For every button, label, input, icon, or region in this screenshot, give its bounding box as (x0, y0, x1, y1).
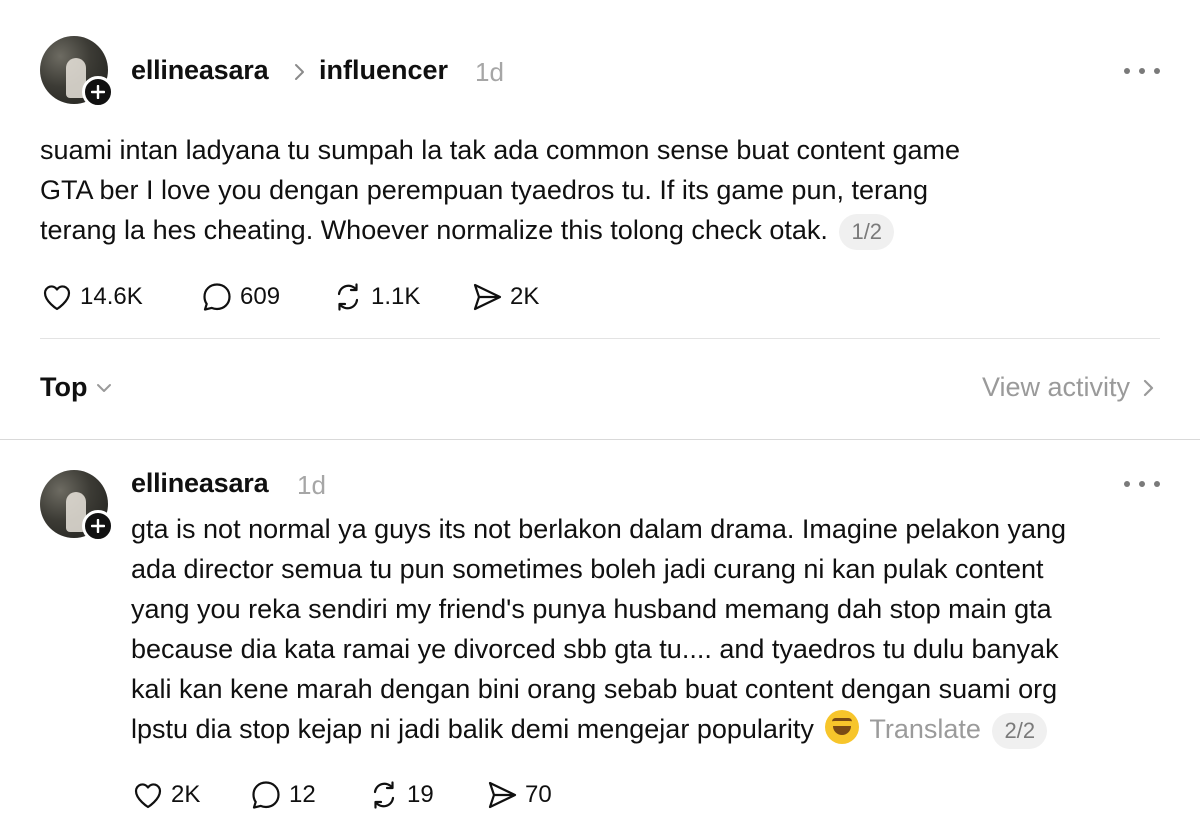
thread-index-badge: 1/2 (839, 213, 895, 250)
post-text-line: suami intan ladyana tu sumpah la tak ada… (40, 135, 961, 165)
reply-button[interactable]: 609 (200, 280, 331, 314)
view-activity-label: View activity (981, 372, 1130, 402)
reply-text-line-last: lpstu dia stop kejap ni jadi balik demi … (131, 709, 1181, 749)
post-text-line-last: terang la hes cheating. Whoever normaliz… (40, 210, 1170, 250)
heart-icon (43, 285, 71, 311)
username[interactable]: ellineasara (131, 468, 269, 499)
chevron-down-icon (97, 383, 112, 392)
sort-dropdown[interactable]: Top (40, 372, 113, 403)
username[interactable]: ellineasara (131, 55, 269, 86)
translate-link[interactable]: Translate (869, 714, 981, 744)
topic-tag[interactable]: influencer (319, 55, 448, 86)
post-text-line: GTA ber I love you dengan perempuan tyae… (40, 175, 929, 205)
like-count: 2K (171, 781, 201, 808)
repost-button[interactable]: 19 (367, 778, 485, 812)
original-post: ellineasara influencer 1d suami intan la… (0, 0, 1200, 440)
repost-icon (337, 283, 359, 311)
post-time: 1d (475, 57, 504, 87)
more-options-icon[interactable] (1124, 66, 1160, 76)
reply-count: 12 (289, 781, 316, 808)
post-text: suami intan ladyana tu sumpah la tak ada… (40, 130, 1170, 250)
reply-text-line: gta is not normal ya guys its not berlak… (131, 514, 1067, 544)
send-icon (473, 283, 502, 311)
divider (40, 338, 1160, 339)
repost-count: 19 (407, 781, 434, 808)
reply-text-line: lpstu dia stop kejap ni jadi balik demi … (131, 714, 814, 744)
comment-icon (252, 781, 280, 809)
send-icon (488, 781, 517, 809)
reply-text-line: because dia kata ramai ye divorced sbb g… (131, 634, 1059, 664)
more-options-icon[interactable] (1124, 479, 1160, 489)
avatar[interactable] (40, 36, 114, 108)
like-count: 14.6K (80, 283, 143, 310)
repost-count: 1.1K (371, 283, 421, 310)
share-count: 2K (510, 283, 540, 310)
reply-text-line: ada director semua tu pun sometimes bole… (131, 554, 1044, 584)
repost-button[interactable]: 1.1K (331, 280, 470, 314)
share-button[interactable]: 2K (470, 280, 539, 314)
reply-text-line: yang you reka sendiri my friend's punya … (131, 594, 1052, 624)
post-text-line: terang la hes cheating. Whoever normaliz… (40, 215, 828, 245)
reply-actions: 2K 12 19 70 (131, 778, 552, 812)
share-button[interactable]: 70 (485, 778, 552, 812)
reply-text: gta is not normal ya guys its not berlak… (131, 509, 1181, 749)
reply-count: 609 (240, 283, 281, 310)
sort-label: Top (40, 372, 88, 402)
reply-time: 1d (297, 470, 326, 500)
rofl-emoji-icon (825, 710, 860, 744)
view-activity-link[interactable]: View activity (982, 372, 1158, 403)
thread-index-badge: 2/2 (992, 712, 1048, 749)
comment-icon (203, 283, 231, 311)
reply-button[interactable]: 12 (249, 778, 367, 812)
follow-plus-icon[interactable] (82, 76, 114, 108)
chevron-right-icon (295, 64, 304, 80)
like-button[interactable]: 2K (131, 778, 249, 812)
repost-icon (373, 781, 395, 809)
avatar[interactable] (40, 470, 114, 542)
share-count: 70 (525, 781, 552, 808)
heart-icon (134, 783, 162, 809)
post-actions: 14.6K 609 1.1K 2K (40, 280, 539, 314)
like-button[interactable]: 14.6K (40, 280, 200, 314)
reply-text-line: kali kan kene marah dengan bini orang se… (131, 674, 1058, 704)
chevron-right-icon (1143, 379, 1154, 396)
follow-plus-icon[interactable] (82, 510, 114, 542)
